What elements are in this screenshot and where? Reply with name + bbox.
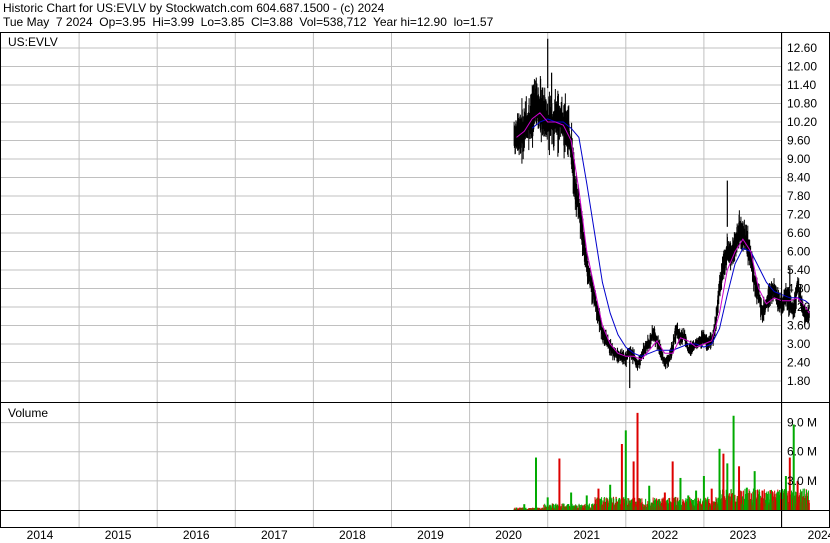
price-panel-label: US:EVLV [8,35,58,49]
price-tick-label: 10.80 [787,97,817,111]
year-tick-label: 2023 [730,528,757,542]
year-grid [78,32,783,527]
year-tick-label: 2015 [105,528,132,542]
price-bars [513,38,810,389]
price-tick-label: 2.40 [787,356,811,370]
year-tick-label: 2021 [573,528,600,542]
year-tick-labels: 2014 2015 2016 2017 2018 2019 2020 2021 2022 2023… [27,528,830,542]
volume-tick-label: 3.0 M [787,474,817,488]
volume-tick-label: 6.0 M [787,445,817,459]
price-tick-label: 1.80 [787,374,811,388]
price-tick-label: 6.00 [787,245,811,259]
year-tick-label: 2024 [808,528,830,542]
price-tick-label: 11.40 [787,78,816,92]
price-tick-label: 6.60 [787,226,811,240]
year-tick-label: 2019 [417,528,444,542]
price-tick-label: 4.20 [787,300,811,314]
year-tick-label: 2018 [339,528,366,542]
volume-tick-labels: 3.0 M 6.0 M 9.0 M [787,416,817,488]
volume-tick-label: 9.0 M [787,416,817,430]
chart-frames [0,32,830,528]
price-tick-label: 7.20 [787,208,811,222]
year-tick-label: 2020 [495,528,522,542]
price-tick-label: 12.00 [787,60,817,74]
price-tick-label: 7.80 [787,189,811,203]
year-tick-label: 2016 [183,528,210,542]
price-tick-label: 10.20 [787,115,817,129]
price-tick-labels: 1.80 2.40 3.00 3.60 4.20 4.80 5.40 6.00 6.60 7.20… [787,41,817,388]
price-volume-chart: 1.80 2.40 3.00 3.60 4.20 4.80 5.40 6.00 6.60 7.20… [0,32,830,542]
price-tick-label: 8.40 [787,171,811,185]
outer-frame [0,32,830,528]
price-tick-label: 5.40 [787,263,811,277]
price-tick-label: 9.00 [787,152,811,166]
price-tick-label: 4.80 [787,282,811,296]
price-tick-label: 3.00 [787,337,811,351]
price-tick-label: 12.60 [787,41,817,55]
volume-panel-label: Volume [8,406,48,420]
price-tick-label: 9.60 [787,134,811,148]
ma-short-line [516,112,810,360]
year-tick-label: 2022 [651,528,678,542]
year-tick-label: 2017 [261,528,288,542]
price-tick-label: 3.60 [787,319,811,333]
year-tick-label: 2014 [27,528,54,542]
volume-bars [513,412,810,510]
